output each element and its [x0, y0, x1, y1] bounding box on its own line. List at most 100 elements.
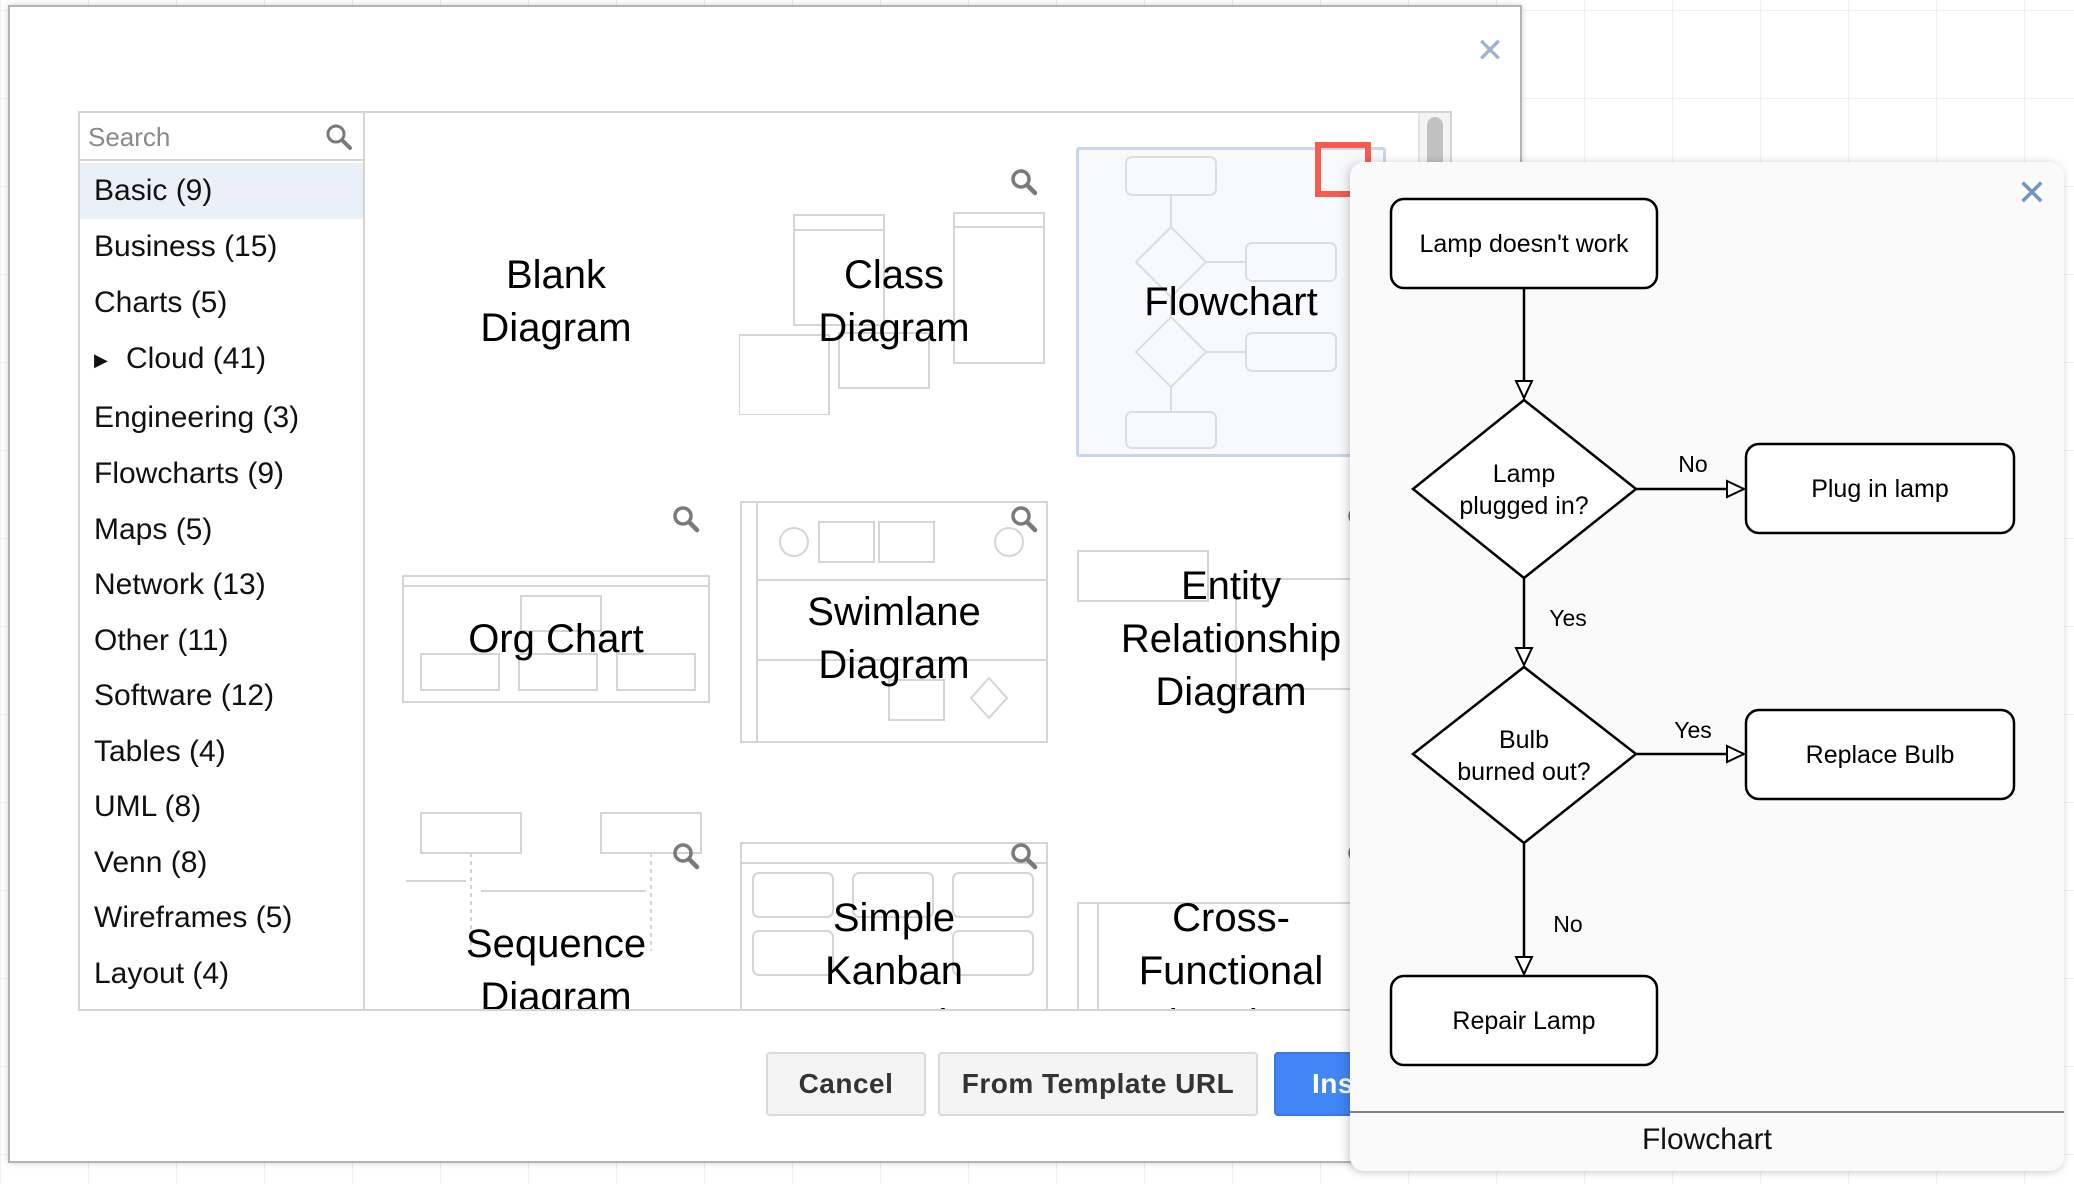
template-label: Entity Relationship Diagram [1076, 560, 1386, 719]
flowchart-preview: Lamp doesn't work Lamp plugged in? Plug … [1389, 197, 2016, 1067]
svg-text:burned out?: burned out? [1457, 758, 1590, 786]
preview-close-icon[interactable]: ✕ [2015, 174, 2049, 214]
template-label-line: Blank [505, 253, 607, 297]
template-label-line: Diagram [1155, 669, 1307, 714]
template-label-line: Diagram [480, 306, 632, 350]
category-label: Other (11) [94, 624, 229, 657]
category-label: Maps (5) [94, 513, 213, 546]
node-decision-bulb: Bulb burned out? [1410, 665, 1639, 845]
search-box [80, 113, 363, 161]
edge-label-yes: Yes [1674, 717, 1712, 743]
zoom-preview-icon[interactable] [1009, 841, 1039, 871]
template-label-line: Org Chart [468, 616, 644, 661]
template-preview-panel: Lamp doesn't work Lamp plugged in? Plug … [1350, 162, 2064, 1171]
category-item[interactable]: Venn (8) [80, 835, 363, 891]
cancel-button[interactable]: Cancel [766, 1052, 926, 1116]
template-tile[interactable]: Cross- Functional Flowchart [1076, 821, 1386, 1010]
edge-label-no: No [1553, 911, 1582, 937]
zoom-preview-icon[interactable] [1009, 504, 1039, 534]
divider [1350, 1111, 2064, 1113]
preview-title: Flowchart [1641, 1123, 1773, 1156]
template-tile[interactable]: Swimlane Diagram [739, 484, 1049, 794]
template-label-line: Simple [832, 895, 956, 940]
category-item[interactable]: Business (15) [80, 219, 363, 275]
template-tile[interactable]: Simple Kanban Board [739, 821, 1049, 1010]
category-item[interactable]: Tables (4) [80, 724, 363, 780]
template-label: Class Diagram [739, 249, 1049, 355]
category-item[interactable]: ▶ Cloud (41) [80, 331, 363, 387]
template-tile[interactable]: Blank Diagram [401, 147, 711, 457]
svg-text:Lamp doesn't work: Lamp doesn't work [1419, 230, 1629, 258]
category-label: Business (15) [94, 230, 278, 263]
template-label: Swimlane Diagram [739, 586, 1049, 692]
node-repair-lamp: Repair Lamp [1389, 974, 1659, 1067]
template-label: Blank Diagram [401, 249, 711, 355]
category-item[interactable]: Software (12) [80, 668, 363, 724]
svg-text:Replace Bulb: Replace Bulb [1806, 741, 1955, 769]
zoom-preview-icon[interactable] [671, 841, 701, 871]
category-item[interactable]: Flowcharts (9) [80, 446, 363, 502]
category-label: Engineering (3) [94, 401, 300, 434]
dialog-close-icon[interactable]: ✕ [1472, 33, 1508, 69]
category-label: Network (13) [94, 568, 266, 601]
template-tile[interactable]: Org Chart [401, 484, 711, 794]
template-tile[interactable]: Class Diagram [738, 147, 1049, 457]
search-icon[interactable] [324, 122, 354, 152]
category-label: Flowcharts (9) [94, 457, 285, 490]
category-label: Wireframes (5) [94, 901, 293, 934]
template-label-line: Diagram [818, 643, 970, 687]
category-label: Charts (5) [94, 286, 228, 319]
category-label: Layout (4) [94, 957, 230, 990]
category-item[interactable]: Charts (5) [80, 275, 363, 331]
category-item[interactable]: Layout (4) [80, 946, 363, 1002]
template-label-line: Diagram [818, 306, 970, 350]
category-label: Cloud (41) [126, 342, 267, 375]
node-decision-plugged: Lamp plugged in? [1411, 398, 1639, 580]
template-label: Org Chart [401, 613, 711, 666]
template-tile[interactable]: Entity Relationship Diagram [1076, 484, 1386, 794]
template-label-line: Flowchart [1144, 279, 1318, 324]
category-item[interactable]: Network (13) [80, 557, 363, 613]
category-item[interactable]: UML (8) [80, 779, 363, 835]
template-label: Cross- Functional Flowchart [1076, 892, 1386, 1010]
template-label-line: Kanban [825, 948, 963, 993]
node-plug-in: Plug in lamp [1744, 442, 2016, 535]
template-label-line: Sequence [465, 922, 647, 966]
svg-text:Bulb: Bulb [1499, 726, 1549, 754]
svg-text:Repair Lamp: Repair Lamp [1452, 1007, 1595, 1035]
edge-label-no: No [1678, 451, 1707, 477]
template-label: Flowchart [1076, 276, 1386, 329]
template-label: Simple Kanban Board [739, 892, 1049, 1010]
category-item[interactable]: Other (11) [80, 613, 363, 669]
category-item[interactable]: Engineering (3) [80, 390, 363, 446]
template-label-line: Relationship [1120, 616, 1342, 661]
triangle-right-icon[interactable]: ▶ [94, 332, 126, 388]
category-label: Venn (8) [94, 846, 208, 879]
template-label-line: Functional [1138, 948, 1324, 993]
zoom-preview-icon[interactable] [1009, 167, 1039, 197]
category-item[interactable]: Wireframes (5) [80, 890, 363, 946]
template-label: Sequence Diagram [401, 918, 711, 1009]
edge-label-yes: Yes [1549, 605, 1587, 631]
category-item[interactable]: Maps (5) [80, 502, 363, 558]
node-start: Lamp doesn't work [1389, 197, 1659, 290]
template-label-line: Flowchart [1076, 998, 1386, 1010]
search-input[interactable] [86, 119, 320, 155]
template-grid: Blank Diagram Class Diagram Flowchart Org Cha… [365, 111, 1452, 1011]
template-label-line: Cross- [1172, 895, 1290, 940]
node-replace-bulb: Replace Bulb [1744, 708, 2016, 801]
svg-text:plugged in?: plugged in? [1459, 492, 1588, 520]
category-item[interactable]: Basic (9) [80, 163, 363, 219]
category-label: Basic (9) [94, 174, 213, 207]
template-label-line: Class [843, 253, 945, 297]
zoom-preview-icon[interactable] [671, 504, 701, 534]
template-tile[interactable]: Sequence Diagram [401, 812, 711, 1009]
svg-text:Plug in lamp: Plug in lamp [1811, 475, 1949, 503]
from-template-url-button[interactable]: From Template URL [938, 1052, 1258, 1116]
category-sidebar: Basic (9) Business (15) Charts (5) ▶Cloud (… [78, 111, 365, 1011]
category-label: Software (12) [94, 679, 275, 712]
template-label-line: Entity [1180, 563, 1282, 608]
template-label-line: Board [739, 998, 1049, 1010]
template-label-line: Swimlane [807, 590, 981, 634]
new-diagram-dialog: ✕ Basic (9) Business (15) Charts (5) ▶Cloud… [8, 5, 1522, 1163]
